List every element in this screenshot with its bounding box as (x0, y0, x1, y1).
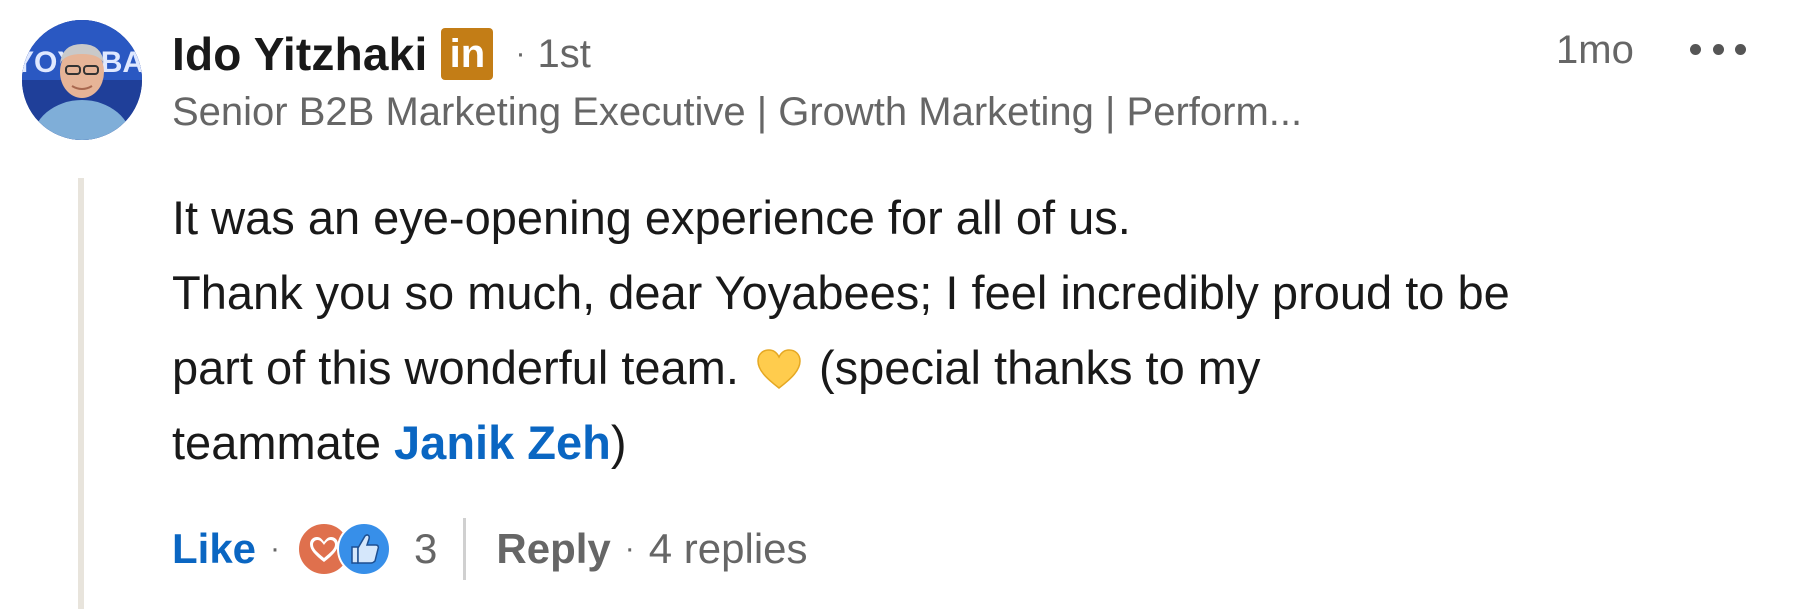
like-thumb-icon (337, 522, 392, 576)
comment-line-2: Thank you so much, dear Yoyabees; I feel… (172, 266, 1510, 319)
like-button[interactable]: Like (172, 525, 256, 573)
separator-dot: · (624, 532, 635, 565)
more-dot (1735, 43, 1746, 55)
linkedin-premium-badge-icon: in (441, 28, 494, 80)
action-divider (463, 518, 467, 580)
comment-line-4: teammate Janik Zeh) (172, 405, 1732, 480)
author-headline: Senior B2B Marketing Executive | Growth … (172, 90, 1303, 134)
yellow-heart-icon (756, 336, 802, 411)
profile-photo: YOYOBA (22, 20, 142, 140)
comment-actions: Like · 3 Reply · 4 replies (172, 512, 808, 586)
mention-link[interactable]: Janik Zeh (394, 416, 611, 469)
comment-text-segment: teammate (172, 416, 395, 469)
more-dot (1712, 43, 1724, 55)
reactions-summary[interactable] (296, 521, 396, 577)
more-dot (1690, 43, 1701, 55)
comment-timestamp: 1mo (1556, 28, 1634, 72)
thread-line (78, 178, 84, 609)
comment-text-segment: (special thanks to my (805, 341, 1261, 394)
avatar[interactable]: YOYOBA (22, 20, 142, 140)
comment-line-1: It was an eye-opening experience for all… (172, 191, 1131, 244)
connection-degree: 1st (537, 31, 591, 76)
comment-card: YOYOBA Ido Yitzhaki in · 1st 1mo Senior … (0, 0, 1800, 609)
author-row: Ido Yitzhaki in · 1st (172, 24, 591, 84)
separator-dot: · (515, 37, 526, 70)
reaction-count[interactable]: 3 (414, 525, 437, 573)
reply-button[interactable]: Reply (496, 525, 610, 573)
more-options-icon[interactable] (1690, 36, 1746, 62)
comment-line-3: part of this wonderful team. (special th… (172, 330, 1732, 405)
comment-text-segment: ) (610, 416, 627, 469)
comment-text: It was an eye-opening experience for all… (172, 180, 1732, 480)
comment-text-segment: part of this wonderful team. (172, 341, 752, 394)
separator-dot: · (270, 532, 281, 565)
author-name[interactable]: Ido Yitzhaki (172, 27, 427, 81)
replies-count-link[interactable]: 4 replies (649, 525, 808, 573)
